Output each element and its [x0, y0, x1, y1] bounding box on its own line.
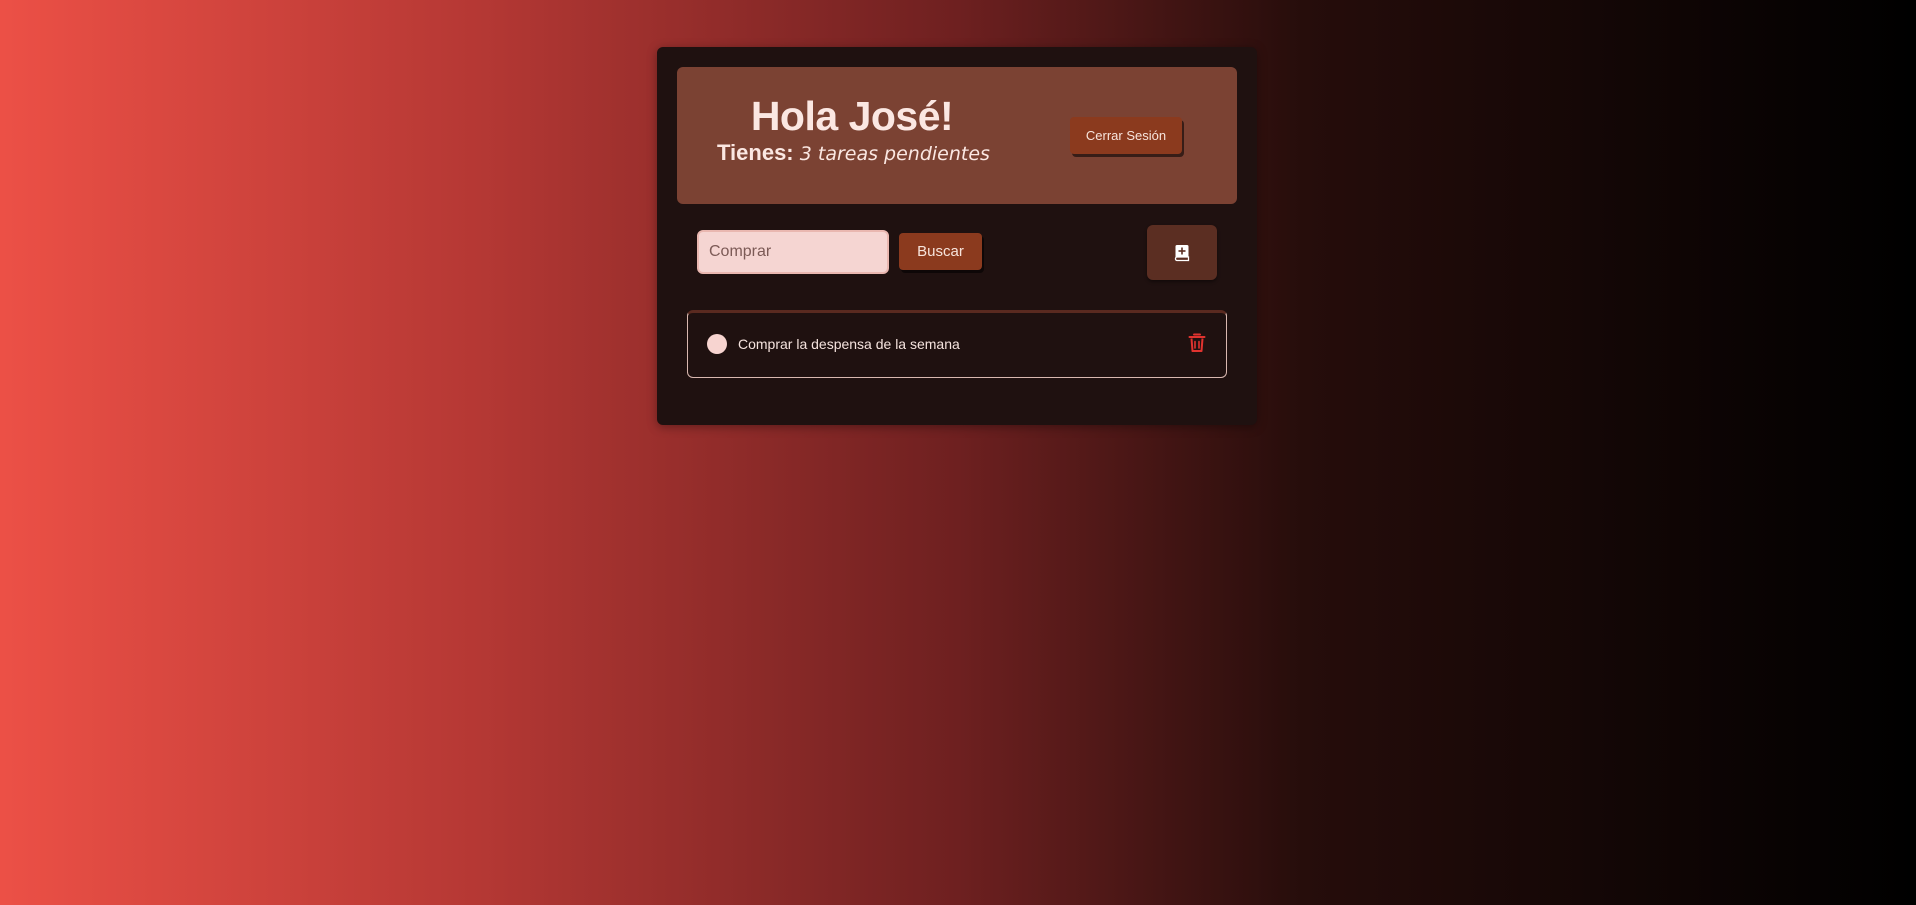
- pending-summary: Tienes: 3 tareas pendientes: [717, 139, 990, 168]
- task-item: Comprar la despensa de la semana: [687, 310, 1227, 378]
- add-task-button[interactable]: [1147, 225, 1217, 280]
- task-text: Comprar la despensa de la semana: [738, 336, 960, 352]
- todo-card: Hola José! Tienes: 3 tareas pendientes C…: [657, 47, 1257, 425]
- search-button[interactable]: Buscar: [899, 233, 982, 270]
- trash-icon[interactable]: [1188, 333, 1206, 353]
- task-complete-toggle[interactable]: [707, 334, 727, 354]
- task-list: Comprar la despensa de la semana: [687, 310, 1227, 378]
- add-note-icon: [1174, 244, 1190, 261]
- greeting-block: Hola José! Tienes: 3 tareas pendientes: [717, 93, 990, 168]
- logout-button[interactable]: Cerrar Sesión: [1070, 117, 1182, 154]
- pending-count: 3 tareas pendientes: [799, 143, 990, 165]
- header-panel: Hola José! Tienes: 3 tareas pendientes C…: [677, 67, 1237, 204]
- greeting-title: Hola José!: [750, 93, 954, 139]
- pending-label: Tienes:: [717, 140, 794, 165]
- search-input[interactable]: [697, 230, 889, 274]
